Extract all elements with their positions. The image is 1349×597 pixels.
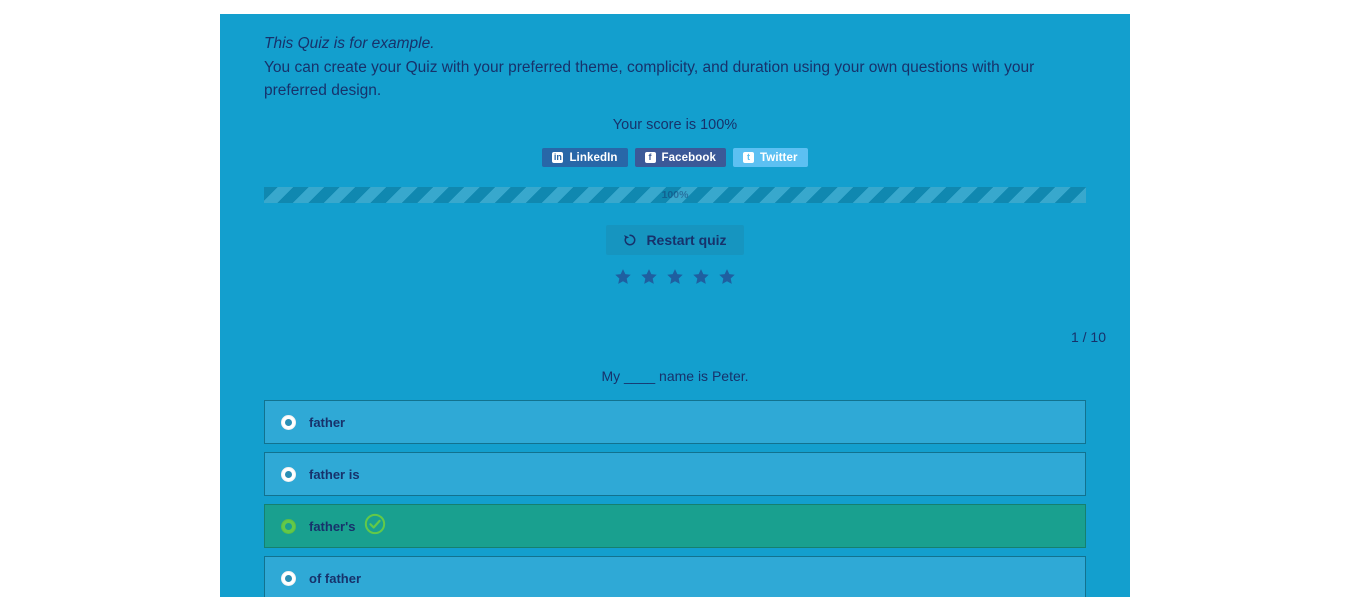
restart-row: Restart quiz — [220, 225, 1130, 255]
share-buttons: in LinkedIn f Facebook t Twitter — [220, 148, 1130, 167]
share-twitter-label: Twitter — [760, 151, 798, 164]
share-facebook-button[interactable]: f Facebook — [634, 148, 727, 167]
share-facebook-label: Facebook — [661, 151, 717, 164]
star-icon-5[interactable] — [718, 268, 736, 291]
question-counter: 1 / 10 — [1070, 329, 1106, 345]
restart-quiz-button[interactable]: Restart quiz — [606, 225, 744, 255]
restart-arrow-icon — [623, 233, 637, 247]
share-linkedin-label: LinkedIn — [569, 151, 618, 164]
share-linkedin-button[interactable]: in LinkedIn — [542, 148, 628, 167]
question-text: My ____ name is Peter. — [601, 368, 749, 384]
star-icon-1[interactable] — [614, 268, 632, 291]
radio-icon-2[interactable] — [281, 466, 296, 482]
answer-option-2[interactable]: father is — [264, 452, 1086, 496]
share-twitter-button[interactable]: t Twitter — [733, 148, 808, 167]
star-icon-4[interactable] — [692, 268, 710, 291]
answer-option-label-2: father is — [309, 466, 360, 482]
answer-option-label-4: of father — [309, 570, 361, 586]
answer-option-1[interactable]: father — [264, 400, 1086, 444]
restart-quiz-label: Restart quiz — [646, 232, 727, 248]
progress-bar: 100% — [264, 187, 1086, 203]
radio-icon-3[interactable] — [281, 518, 296, 534]
radio-icon-4[interactable] — [281, 570, 296, 586]
quiz-intro-italic: This Quiz is for example. — [264, 35, 435, 52]
star-rating — [220, 268, 1130, 291]
quiz-intro: This Quiz is for example. You can create… — [220, 14, 1130, 102]
correct-check-icon — [364, 513, 386, 540]
twitter-icon: t — [743, 152, 755, 163]
score-text: Your score is 100% — [612, 117, 738, 133]
linkedin-icon: in — [552, 152, 564, 163]
quiz-container: This Quiz is for example. You can create… — [220, 14, 1130, 597]
answer-option-3[interactable]: father's — [264, 504, 1086, 548]
radio-icon-1[interactable] — [281, 414, 296, 430]
star-icon-2[interactable] — [640, 268, 658, 291]
facebook-icon: f — [644, 152, 656, 163]
answer-option-4[interactable]: of father — [264, 556, 1086, 597]
star-icon-3[interactable] — [666, 268, 684, 291]
answer-option-label-3: father's — [309, 518, 356, 534]
progress-bar-label: 100% — [661, 189, 689, 201]
quiz-intro-body: You can create your Quiz with your prefe… — [264, 59, 1035, 99]
answer-options: father father is father's of father — [264, 400, 1086, 597]
page-root: This Quiz is for example. You can create… — [0, 0, 1349, 597]
answer-option-label-1: father — [309, 414, 346, 430]
